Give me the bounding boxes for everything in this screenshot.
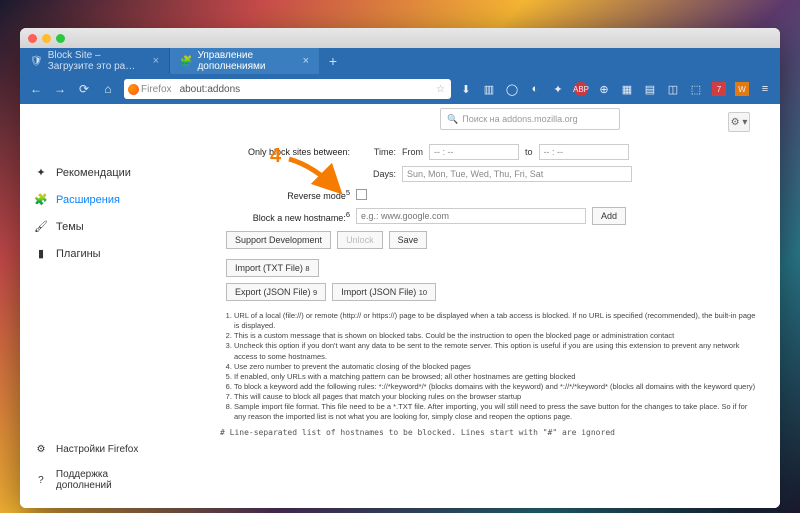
export-json-button[interactable]: Export (JSON File) 9 xyxy=(226,283,326,301)
sidebar-item-label: Настройки Firefox xyxy=(56,444,138,455)
home-button[interactable]: ⌂ xyxy=(100,82,116,96)
extension-icon[interactable]: ABP xyxy=(574,82,588,96)
addon-search-input[interactable]: 🔍 Поиск на addons.mozilla.org xyxy=(440,108,620,130)
tab-title: Block Site – Загрузите это ра… xyxy=(48,50,148,72)
bookmark-star-icon[interactable]: ☆ xyxy=(430,84,451,95)
sidebar-item-firefox-settings[interactable]: ⚙ Настройки Firefox xyxy=(20,437,180,462)
tab-title: Управление дополнениями xyxy=(197,50,297,72)
close-tab-icon[interactable]: × xyxy=(153,55,159,67)
extension-icon[interactable]: ▤ xyxy=(643,82,657,96)
window-titlebar xyxy=(20,28,780,48)
sidebar-item-label: Темы xyxy=(56,221,84,233)
sample-code-line: # Line-separated list of hostnames to be… xyxy=(220,428,760,439)
sidebar-item-recommendations[interactable]: ✦ Рекомендации xyxy=(20,159,180,186)
download-icon[interactable]: ⬇ xyxy=(459,82,473,96)
unlock-button[interactable]: Unlock xyxy=(337,231,383,249)
hostname-input[interactable] xyxy=(356,208,586,224)
library-icon[interactable]: ▥ xyxy=(482,82,496,96)
maximize-window-button[interactable] xyxy=(56,34,65,43)
tab-block-site[interactable]: 🛡 Block Site – Загрузите это ра… × xyxy=(20,48,170,74)
back-button[interactable]: ← xyxy=(28,82,44,96)
firefox-icon xyxy=(128,84,139,95)
screenshot-icon[interactable]: ◫ xyxy=(666,82,680,96)
days-input[interactable] xyxy=(402,166,632,182)
support-dev-button[interactable]: Support Development xyxy=(226,231,331,249)
add-button[interactable]: Add xyxy=(592,207,626,225)
gear-icon: ⚙ xyxy=(34,444,48,455)
sidebar-item-label: Расширения xyxy=(56,194,120,206)
extension-icon[interactable]: ✦ xyxy=(551,82,565,96)
only-block-label: Only block sites between: xyxy=(220,147,350,157)
close-window-button[interactable] xyxy=(28,34,37,43)
to-label: to xyxy=(525,147,533,157)
addons-sidebar: ✦ Рекомендации 🧩 Расширения 🖌 Темы ▮ Пла… xyxy=(20,104,180,508)
sidebar-item-label: Плагины xyxy=(56,248,101,260)
plugin-icon: ▮ xyxy=(34,247,48,260)
extension-icon[interactable]: ◯ xyxy=(505,82,519,96)
sidebar-item-addon-support[interactable]: ? Поддержка дополнений xyxy=(20,462,180,498)
extension-icon[interactable]: ◐ xyxy=(528,82,542,96)
reverse-mode-label: Reverse mode5 xyxy=(220,188,350,201)
extension-options-panel: ⚙ ▾ Only block sites between: Time: From… xyxy=(180,104,780,508)
import-txt-button[interactable]: Import (TXT File) 8 xyxy=(226,259,319,277)
footnote-item: Use zero number to prevent the automatic… xyxy=(234,362,760,372)
tab-addons-manager[interactable]: 🧩 Управление дополнениями × xyxy=(170,48,320,74)
sidebar-item-label: Поддержка дополнений xyxy=(56,469,166,491)
time-label: Time: xyxy=(356,147,396,157)
close-tab-icon[interactable]: × xyxy=(303,55,309,67)
sidebar-item-themes[interactable]: 🖌 Темы xyxy=(20,213,180,240)
footnote-item: This is a custom message that is shown o… xyxy=(234,331,760,341)
extension-icon[interactable]: ⬚ xyxy=(689,82,703,96)
new-tab-button[interactable]: + xyxy=(320,48,346,74)
footnote-item: If enabled, only URLs with a matching pa… xyxy=(234,372,760,382)
extension-icon[interactable]: W xyxy=(735,82,749,96)
sidebar-item-plugins[interactable]: ▮ Плагины xyxy=(20,240,180,267)
block-hostname-label: Block a new hostname:6 xyxy=(220,210,350,223)
search-placeholder: Поиск на addons.mozilla.org xyxy=(462,114,577,124)
forward-button[interactable]: → xyxy=(52,82,68,96)
extension-icon[interactable]: ▦ xyxy=(620,82,634,96)
footnote-item: Sample import file format. This file nee… xyxy=(234,402,760,422)
url-text: about:addons xyxy=(176,84,245,95)
url-bar[interactable]: Firefox about:addons ☆ xyxy=(124,79,451,99)
puzzle-icon: 🧩 xyxy=(34,193,48,206)
time-from-input[interactable] xyxy=(429,144,519,160)
footnotes: URL of a local (file://) or remote (http… xyxy=(220,311,760,439)
nav-toolbar: ← → ⟳ ⌂ Firefox about:addons ☆ ⬇ ▥ ◯ ◐ ✦… xyxy=(20,74,780,104)
tab-favicon: 🧩 xyxy=(180,56,192,67)
days-label: Days: xyxy=(356,169,396,179)
footnote-item: URL of a local (file://) or remote (http… xyxy=(234,311,760,331)
tab-favicon: 🛡 xyxy=(30,56,43,67)
url-prefix-label: Firefox xyxy=(141,84,172,95)
extension-icon[interactable]: 7 xyxy=(712,82,726,96)
sidebar-item-label: Рекомендации xyxy=(56,167,131,179)
footnote-item: To block a keyword add the following rul… xyxy=(234,382,760,392)
reload-button[interactable]: ⟳ xyxy=(76,82,92,96)
save-button[interactable]: Save xyxy=(389,231,428,249)
time-to-input[interactable] xyxy=(539,144,629,160)
search-icon: 🔍 xyxy=(447,114,458,125)
star-icon: ✦ xyxy=(34,166,48,179)
footnote-item: Uncheck this option if you don't want an… xyxy=(234,341,760,361)
from-label: From xyxy=(402,147,423,157)
tab-strip: 🛡 Block Site – Загрузите это ра… × 🧩 Упр… xyxy=(20,48,780,74)
extension-icon[interactable]: ⊕ xyxy=(597,82,611,96)
tools-gear-button[interactable]: ⚙ ▾ xyxy=(728,112,750,132)
brush-icon: 🖌 xyxy=(34,220,48,233)
toolbar-icons: ⬇ ▥ ◯ ◐ ✦ ABP ⊕ ▦ ▤ ◫ ⬚ 7 W ≡ xyxy=(459,82,772,96)
import-json-button[interactable]: Import (JSON File) 10 xyxy=(332,283,436,301)
minimize-window-button[interactable] xyxy=(42,34,51,43)
url-identity: Firefox xyxy=(124,84,176,95)
sidebar-item-extensions[interactable]: 🧩 Расширения xyxy=(20,186,180,213)
help-icon: ? xyxy=(34,475,48,486)
browser-window: 🛡 Block Site – Загрузите это ра… × 🧩 Упр… xyxy=(20,28,780,508)
reverse-mode-checkbox[interactable] xyxy=(356,189,367,200)
content-area: ✦ Рекомендации 🧩 Расширения 🖌 Темы ▮ Пла… xyxy=(20,104,780,508)
menu-icon[interactable]: ≡ xyxy=(758,82,772,96)
footnote-item: This will cause to block all pages that … xyxy=(234,392,760,402)
